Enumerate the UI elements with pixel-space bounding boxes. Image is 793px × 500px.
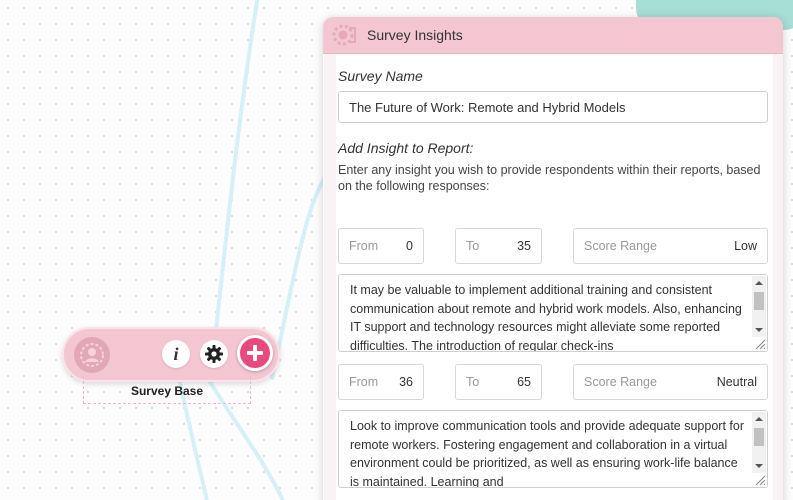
- connector-line: [270, 168, 332, 380]
- node-label-box[interactable]: Survey Base: [83, 376, 251, 404]
- score-range-field[interactable]: Score Range Low: [573, 228, 768, 264]
- user-circle-icon: [74, 337, 110, 373]
- survey-insights-panel: Survey Insights Survey Name Add Insight …: [323, 17, 783, 500]
- from-value: 36: [399, 375, 413, 389]
- plus-icon: [247, 345, 263, 361]
- score-range-field[interactable]: Score Range Neutral: [573, 364, 768, 400]
- settings-button[interactable]: [200, 340, 228, 368]
- scrollbar[interactable]: [752, 276, 766, 337]
- gear-icon: [205, 345, 223, 363]
- from-label: From: [349, 375, 379, 389]
- panel-header: Survey Insights: [323, 17, 783, 54]
- flow-canvas[interactable]: i Survey Base Survey Insights Survey Nam…: [0, 0, 793, 500]
- add-insight-label: Add Insight to Report:: [338, 140, 474, 156]
- range-row: From 0 To 35 Score Range Low: [338, 228, 768, 264]
- insight-textarea[interactable]: It may be valuable to implement addition…: [338, 274, 768, 352]
- score-range-value: Neutral: [716, 375, 757, 389]
- scroll-up-icon[interactable]: [752, 276, 766, 290]
- score-range-label: Score Range: [584, 239, 657, 253]
- score-range-value: Low: [734, 239, 757, 253]
- from-field[interactable]: From 36: [338, 364, 424, 400]
- info-icon: i: [173, 343, 179, 364]
- resize-handle-icon[interactable]: [753, 337, 766, 350]
- from-value: 0: [406, 239, 413, 253]
- add-node-button[interactable]: [237, 335, 273, 371]
- scrollbar[interactable]: [752, 412, 766, 473]
- resize-handle-icon[interactable]: [753, 473, 766, 486]
- scroll-down-icon[interactable]: [752, 459, 766, 473]
- insights-gear-head-icon: [331, 22, 357, 48]
- to-value: 65: [517, 375, 531, 389]
- add-insight-help: Enter any insight you wish to provide re…: [338, 163, 761, 193]
- insight-text: It may be valuable to implement addition…: [350, 283, 742, 352]
- survey-name-label: Survey Name: [338, 68, 423, 84]
- to-label: To: [466, 375, 480, 389]
- score-range-label: Score Range: [584, 375, 657, 389]
- from-field[interactable]: From 0: [338, 228, 424, 264]
- scroll-thumb[interactable]: [754, 292, 764, 310]
- scroll-up-icon[interactable]: [752, 412, 766, 426]
- scroll-thumb[interactable]: [754, 428, 764, 446]
- connector-line: [214, 0, 260, 332]
- survey-base-node[interactable]: i: [62, 327, 280, 382]
- to-field[interactable]: To 35: [455, 228, 542, 264]
- survey-name-input[interactable]: [338, 91, 768, 123]
- range-row: From 36 To 65 Score Range Neutral: [338, 364, 768, 400]
- panel-title: Survey Insights: [367, 27, 463, 43]
- to-field[interactable]: To 65: [455, 364, 542, 400]
- to-value: 35: [517, 239, 531, 253]
- info-button[interactable]: i: [162, 340, 190, 368]
- insight-textarea[interactable]: Look to improve communication tools and …: [338, 410, 768, 488]
- panel-body[interactable]: Survey Name Add Insight to Report: Enter…: [324, 54, 783, 500]
- insight-text: Look to improve communication tools and …: [350, 419, 744, 488]
- node-label: Survey Base: [130, 383, 204, 398]
- scroll-down-icon[interactable]: [752, 323, 766, 337]
- to-label: To: [466, 239, 480, 253]
- from-label: From: [349, 239, 379, 253]
